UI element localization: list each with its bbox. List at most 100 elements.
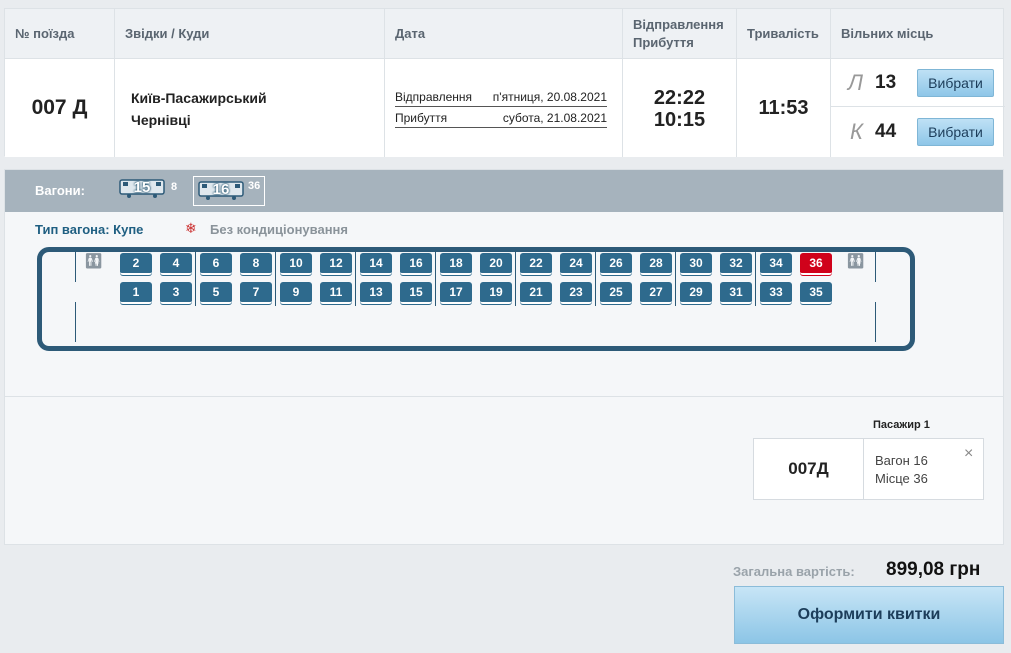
seat-16[interactable]: 16 — [400, 253, 432, 275]
total-value: 899,08 грн — [886, 559, 981, 580]
select-button-l[interactable]: Вибрати — [917, 68, 994, 97]
arrival-label: Прибуття — [395, 111, 448, 125]
wagon-panel: Вагони: 15 8 16 36 Тип вагона: Купе ❄ Бе… — [4, 169, 1004, 545]
header-train-no: № поїзда — [5, 9, 115, 59]
departure-date-row: Відправлення п'ятниця, 20.08.2021 — [395, 89, 607, 107]
seat-class-letter: К — [850, 119, 863, 144]
seat-17[interactable]: 17 — [440, 282, 472, 304]
route-cell: Київ-Пасажирський Чернівці — [115, 59, 385, 157]
ticket-train: 007Д — [754, 439, 864, 499]
seat-class-row: Л 13 Вибрати — [831, 59, 1005, 107]
wagon-number: 16 — [212, 181, 230, 198]
select-button-k[interactable]: Вибрати — [917, 118, 994, 146]
seat-31[interactable]: 31 — [720, 282, 752, 304]
order-tickets-button[interactable]: Оформити квитки — [734, 586, 1004, 644]
wagon-bar: Вагони: 15 8 16 36 — [5, 170, 1003, 212]
seat-26[interactable]: 26 — [600, 253, 632, 275]
seat-class-letter: Л — [847, 69, 863, 95]
compartment-divider — [675, 252, 676, 306]
wall-divider — [875, 302, 876, 342]
seat-class-count: 13 — [875, 71, 897, 93]
toilet-icon: 🚻︎ — [846, 253, 865, 270]
header-dep-arr: Відправлення Прибуття — [623, 9, 737, 59]
header-date: Дата — [385, 9, 623, 59]
seat-23[interactable]: 23 — [560, 282, 592, 304]
train-table: № поїзда Звідки / Куди Дата Відправлення… — [4, 8, 1005, 157]
seat-27[interactable]: 27 — [640, 282, 672, 304]
compartment-divider — [755, 252, 756, 306]
seat-10[interactable]: 10 — [280, 253, 312, 275]
wagon-number: 15 — [133, 179, 151, 196]
seat-32[interactable]: 32 — [720, 253, 752, 275]
seat-35[interactable]: 35 — [800, 282, 832, 304]
compartment-divider — [435, 252, 436, 306]
seat-20[interactable]: 20 — [480, 253, 512, 275]
wagon-icon: 16 — [198, 180, 244, 200]
compartment-divider — [355, 252, 356, 306]
toilet-icon: 🚻︎ — [84, 253, 103, 270]
seat-3[interactable]: 3 — [160, 282, 192, 304]
seat-24[interactable]: 24 — [560, 253, 592, 275]
wagon-tab-15[interactable]: 15 8 — [119, 178, 177, 204]
ticket-wagon: Вагон 16 — [875, 453, 928, 468]
wagons-label: Вагони: — [35, 183, 85, 198]
separator — [5, 396, 1003, 397]
total-label: Загальна вартість: — [733, 564, 855, 579]
seat-class-count: 44 — [875, 121, 897, 142]
seat-class-row: К 44 Вибрати — [831, 108, 1005, 156]
passenger-label: Пасажир 1 — [873, 419, 930, 431]
seat-15[interactable]: 15 — [400, 282, 432, 304]
route-from: Київ-Пасажирський — [131, 90, 267, 106]
wall-divider — [75, 252, 76, 282]
wall-divider — [875, 252, 876, 282]
close-icon[interactable]: × — [964, 445, 973, 463]
seat-29[interactable]: 29 — [680, 282, 712, 304]
wagon-icon: 15 — [119, 178, 165, 198]
seat-6[interactable]: 6 — [200, 253, 232, 275]
seat-14[interactable]: 14 — [360, 253, 392, 275]
no-ac-label: Без кондиціонування — [210, 222, 348, 237]
date-cell: Відправлення п'ятниця, 20.08.2021 Прибут… — [385, 59, 623, 157]
ticket-seat: Місце 36 — [875, 471, 928, 486]
compartment-divider — [275, 252, 276, 306]
seat-19[interactable]: 19 — [480, 282, 512, 304]
departure-label: Відправлення — [395, 90, 473, 104]
wagon-free-count: 8 — [171, 181, 178, 193]
wagon-scheme: 🚻︎ 🚻︎ 2 4 6 8 10 12 14 16 18 20 22 24 26 28 30 32 34 36 1 3… — [37, 247, 915, 351]
seat-11[interactable]: 11 — [320, 282, 352, 304]
seat-25[interactable]: 25 — [600, 282, 632, 304]
no-ac-icon: ❄ — [185, 220, 197, 236]
free-seats-cell: Л 13 Вибрати К 44 Вибрати — [831, 59, 1005, 157]
seat-21[interactable]: 21 — [520, 282, 552, 304]
compartment-divider — [515, 252, 516, 306]
duration: 11:53 — [737, 59, 831, 157]
train-number: 007 Д — [5, 59, 115, 157]
seat-28[interactable]: 28 — [640, 253, 672, 275]
seat-22[interactable]: 22 — [520, 253, 552, 275]
seat-7[interactable]: 7 — [240, 282, 272, 304]
compartment-divider — [195, 252, 196, 306]
seat-18[interactable]: 18 — [440, 253, 472, 275]
seat-33[interactable]: 33 — [760, 282, 792, 304]
header-arr-label: Прибуття — [633, 34, 694, 50]
ticket-info: Вагон 16 Місце 36 — [875, 452, 928, 488]
departure-date: п'ятниця, 20.08.2021 — [492, 90, 607, 104]
wall-divider — [75, 302, 76, 342]
seat-34[interactable]: 34 — [760, 253, 792, 275]
seat-8[interactable]: 8 — [240, 253, 272, 275]
seat-2[interactable]: 2 — [120, 253, 152, 275]
ticket-card: 007Д Вагон 16 Місце 36 × — [753, 438, 984, 500]
seat-36[interactable]: 36 — [800, 253, 832, 275]
seat-12[interactable]: 12 — [320, 253, 352, 275]
arrival-date-row: Прибуття субота, 21.08.2021 — [395, 110, 607, 128]
seat-5[interactable]: 5 — [200, 282, 232, 304]
seat-30[interactable]: 30 — [680, 253, 712, 275]
seat-1[interactable]: 1 — [120, 282, 152, 304]
wagon-tab-16[interactable]: 16 36 — [193, 176, 266, 206]
route-to: Чернівці — [131, 112, 191, 128]
seat-13[interactable]: 13 — [360, 282, 392, 304]
seat-4[interactable]: 4 — [160, 253, 192, 275]
times-cell: 22:22 10:15 — [623, 59, 737, 157]
seat-9[interactable]: 9 — [280, 282, 312, 304]
arrival-time: 10:15 — [653, 109, 706, 131]
